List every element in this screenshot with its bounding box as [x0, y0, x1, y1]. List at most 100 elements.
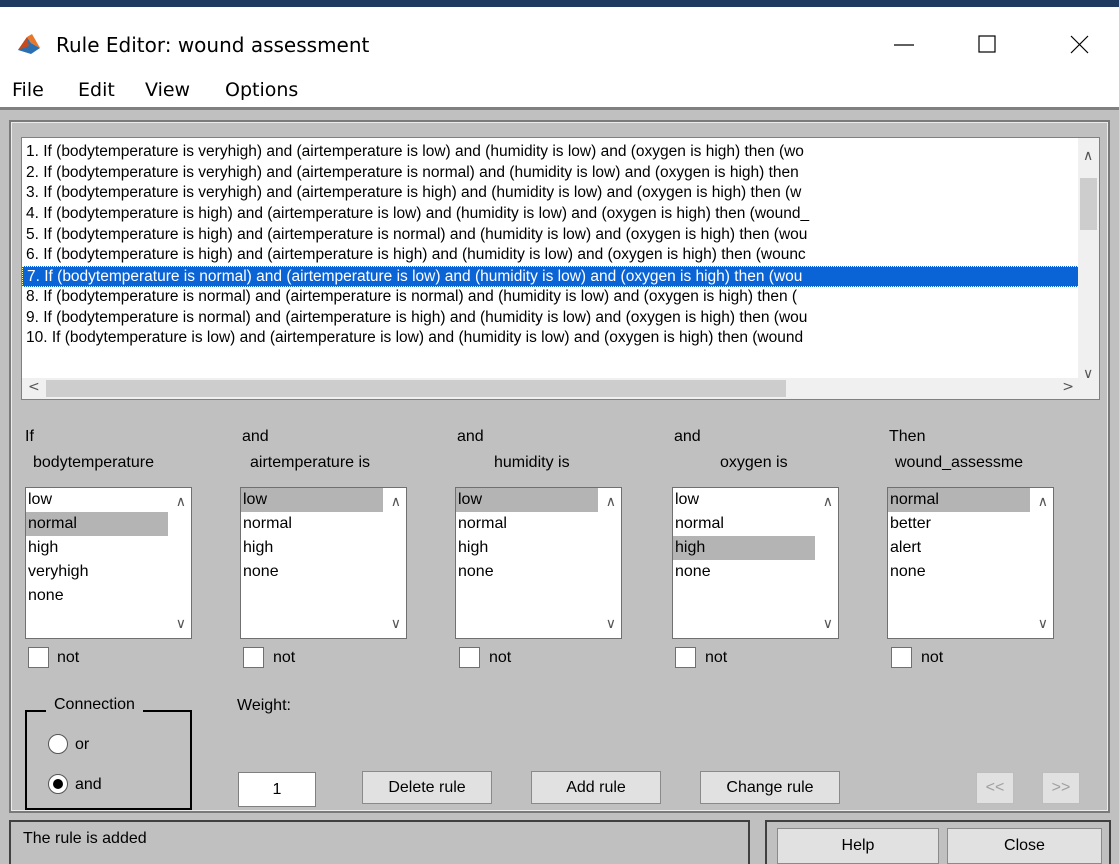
- list-item[interactable]: high: [456, 536, 598, 560]
- radio-and-label: and: [75, 776, 102, 793]
- not-checkbox-humidity[interactable]: [459, 647, 480, 668]
- chevron-up-icon[interactable]: ∧: [176, 494, 186, 510]
- not-label: not: [57, 649, 80, 666]
- rule-item-selected[interactable]: 7. If (bodytemperature is normal) and (a…: [22, 266, 1080, 287]
- scroll-left-icon[interactable]: <: [28, 379, 40, 395]
- chevron-down-icon[interactable]: ∨: [606, 616, 616, 632]
- listbox-scrollbar[interactable]: ∧ ∨: [170, 488, 191, 638]
- col-output-prefix: Then: [889, 428, 926, 445]
- radio-and[interactable]: [48, 774, 68, 794]
- help-close-panel: Help Close: [765, 820, 1111, 864]
- list-item-selected[interactable]: low: [456, 488, 598, 512]
- not-checkbox-wound-assessment[interactable]: [891, 647, 912, 668]
- chevron-down-icon[interactable]: ∨: [1038, 616, 1048, 632]
- rule-item[interactable]: 1. If (bodytemperature is veryhigh) and …: [22, 142, 1080, 163]
- listbox-scrollbar[interactable]: ∧ ∨: [600, 488, 621, 638]
- main-panel: 1. If (bodytemperature is veryhigh) and …: [0, 107, 1119, 864]
- humidity-listbox[interactable]: low normal high none ∧ ∨: [455, 487, 622, 639]
- chevron-down-icon[interactable]: ∨: [391, 616, 401, 632]
- menu-view[interactable]: View: [145, 79, 190, 101]
- list-item[interactable]: normal: [241, 512, 383, 536]
- list-item[interactable]: high: [26, 536, 168, 560]
- chevron-up-icon[interactable]: ∧: [823, 494, 833, 510]
- rules-listbox[interactable]: 1. If (bodytemperature is veryhigh) and …: [21, 137, 1100, 400]
- rule-item[interactable]: 2. If (bodytemperature is veryhigh) and …: [22, 163, 1080, 184]
- airtemperature-listbox[interactable]: low normal high none ∧ ∨: [240, 487, 407, 639]
- delete-rule-button[interactable]: Delete rule: [362, 771, 492, 804]
- col-airtemperature-label: airtemperature is: [250, 454, 371, 471]
- col-bodytemperature-label: bodytemperature: [33, 454, 154, 471]
- menu-bar: File Edit View Options: [0, 69, 1119, 107]
- list-item[interactable]: alert: [888, 536, 1030, 560]
- list-item[interactable]: high: [241, 536, 383, 560]
- list-item[interactable]: none: [456, 560, 598, 584]
- not-checkbox-oxygen[interactable]: [675, 647, 696, 668]
- rule-item[interactable]: 4. If (bodytemperature is high) and (air…: [22, 204, 1080, 225]
- maximize-icon: [978, 35, 996, 53]
- list-item[interactable]: normal: [673, 512, 815, 536]
- chevron-down-icon[interactable]: ∨: [176, 616, 186, 632]
- list-item[interactable]: normal: [456, 512, 598, 536]
- scroll-right-icon[interactable]: >: [1062, 379, 1074, 395]
- add-rule-button[interactable]: Add rule: [531, 771, 661, 804]
- scroll-up-icon[interactable]: ∧: [1083, 148, 1093, 164]
- chevron-up-icon[interactable]: ∧: [1038, 494, 1048, 510]
- list-item[interactable]: veryhigh: [26, 560, 168, 584]
- weight-input[interactable]: 1: [238, 772, 316, 807]
- minimize-icon: [894, 44, 914, 46]
- list-item[interactable]: none: [888, 560, 1030, 584]
- radio-selected-dot: [53, 779, 63, 789]
- listbox-scrollbar[interactable]: ∧ ∨: [1032, 488, 1053, 638]
- col-oxygen-label: oxygen is: [720, 454, 788, 471]
- listbox-scrollbar[interactable]: ∧ ∨: [385, 488, 406, 638]
- window-title: Rule Editor: wound assessment: [56, 33, 370, 57]
- chevron-down-icon[interactable]: ∨: [823, 616, 833, 632]
- not-checkbox-bodytemperature[interactable]: [28, 647, 49, 668]
- not-label: not: [273, 649, 296, 666]
- list-item-selected[interactable]: low: [241, 488, 383, 512]
- menu-options[interactable]: Options: [225, 79, 298, 101]
- rule-item[interactable]: 3. If (bodytemperature is veryhigh) and …: [22, 183, 1080, 204]
- close-window-button[interactable]: [1058, 25, 1102, 65]
- rule-item[interactable]: 6. If (bodytemperature is high) and (air…: [22, 245, 1080, 266]
- previous-rule-button[interactable]: <<: [976, 772, 1014, 804]
- rule-item[interactable]: 10. If (bodytemperature is low) and (air…: [22, 328, 1080, 349]
- menu-edit[interactable]: Edit: [78, 79, 115, 101]
- menu-file[interactable]: File: [12, 79, 44, 101]
- rule-item[interactable]: 9. If (bodytemperature is normal) and (a…: [22, 308, 1080, 329]
- oxygen-listbox[interactable]: low normal high none ∧ ∨: [672, 487, 839, 639]
- rule-item[interactable]: 8. If (bodytemperature is normal) and (a…: [22, 287, 1080, 308]
- rules-hscroll-thumb[interactable]: [46, 380, 786, 397]
- minimize-button[interactable]: [882, 25, 926, 65]
- help-button[interactable]: Help: [777, 828, 939, 864]
- next-rule-button[interactable]: >>: [1042, 772, 1080, 804]
- list-item[interactable]: low: [673, 488, 815, 512]
- not-checkbox-airtemperature[interactable]: [243, 647, 264, 668]
- rules-vscroll-thumb[interactable]: [1080, 178, 1097, 230]
- list-item[interactable]: better: [888, 512, 1030, 536]
- not-label: not: [921, 649, 944, 666]
- maximize-button[interactable]: [965, 25, 1009, 65]
- list-item[interactable]: none: [241, 560, 383, 584]
- bodytemperature-listbox[interactable]: low normal high veryhigh none ∧ ∨: [25, 487, 192, 639]
- list-item-selected[interactable]: normal: [888, 488, 1030, 512]
- radio-or[interactable]: [48, 734, 68, 754]
- rules-vertical-scrollbar[interactable]: ∧ ∨: [1078, 138, 1099, 384]
- rule-item[interactable]: 5. If (bodytemperature is high) and (air…: [22, 225, 1080, 246]
- rules-horizontal-scrollbar[interactable]: < >: [22, 378, 1080, 399]
- col-output-label: wound_assessme: [895, 454, 1024, 471]
- listbox-scrollbar[interactable]: ∧ ∨: [817, 488, 838, 638]
- list-item-selected[interactable]: high: [673, 536, 815, 560]
- list-item[interactable]: none: [673, 560, 815, 584]
- list-item-selected[interactable]: normal: [26, 512, 168, 536]
- chevron-up-icon[interactable]: ∧: [606, 494, 616, 510]
- chevron-up-icon[interactable]: ∧: [391, 494, 401, 510]
- close-button[interactable]: Close: [947, 828, 1102, 864]
- list-item[interactable]: low: [26, 488, 168, 512]
- wound-assessment-listbox[interactable]: normal better alert none ∧ ∨: [887, 487, 1054, 639]
- col-airtemperature-prefix: and: [242, 428, 269, 445]
- not-label: not: [705, 649, 728, 666]
- status-panel: The rule is added: [9, 820, 750, 864]
- change-rule-button[interactable]: Change rule: [700, 771, 840, 804]
- list-item[interactable]: none: [26, 584, 168, 608]
